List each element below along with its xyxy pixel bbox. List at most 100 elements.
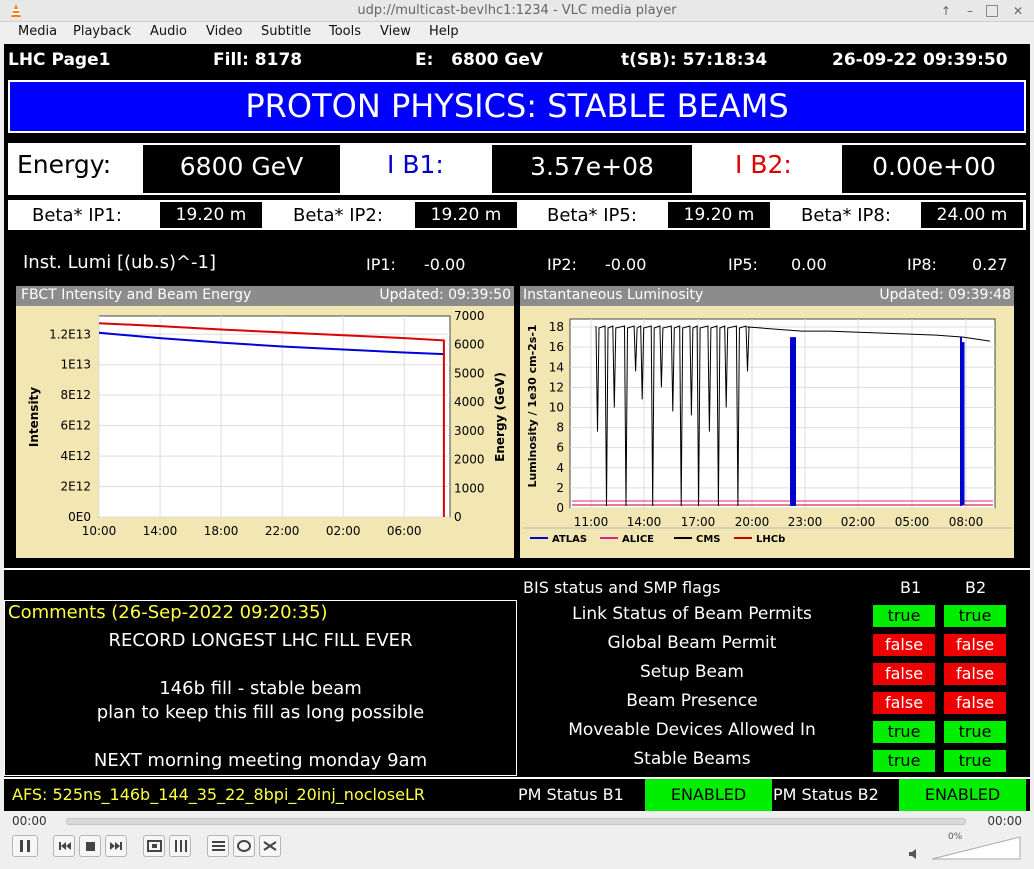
beam-energy: E: 6800 GeV xyxy=(415,50,544,70)
pin-icon[interactable]: ↑ xyxy=(938,3,954,19)
bis-flag-b1: false xyxy=(873,663,935,685)
window-titlebar: udp://multicast-bevlhc1:1234 - VLC media… xyxy=(0,0,1034,22)
bis-flag-b1: false xyxy=(873,692,935,714)
fbct-y-tick-label: 4E12 xyxy=(61,449,92,463)
playlist-button[interactable] xyxy=(207,835,229,857)
lumi-y-axis-label: Luminosity / 1e30 cm-2s-1 xyxy=(526,324,539,487)
fbct-x-tick-label: 10:00 xyxy=(82,524,117,538)
fill-number: Fill: 8178 xyxy=(213,50,303,70)
beta-ip2-label: Beta* IP2: xyxy=(293,205,383,226)
beta-ip8-value: 24.00 m xyxy=(921,202,1023,228)
beam-mode-banner: PROTON PHYSICS: STABLE BEAMS xyxy=(8,80,1026,133)
ib1-label: I B1: xyxy=(387,150,444,179)
bis-flag-b2: false xyxy=(944,692,1006,714)
previous-button[interactable] xyxy=(53,835,75,857)
fbct-y2-tick-label: 3000 xyxy=(454,424,485,438)
fullscreen-button[interactable] xyxy=(143,835,165,857)
fbct-y2-tick-label: 6000 xyxy=(454,338,485,352)
menu-tools[interactable]: Tools xyxy=(329,24,361,39)
lumi-ip8-label: IP8: xyxy=(907,255,937,274)
lumi-ip2-value: -0.00 xyxy=(605,255,647,274)
bis-flag-b1: true xyxy=(873,721,935,743)
lumi-legend-label: CMS xyxy=(696,534,721,545)
lumi-x-tick-label: 11:00 xyxy=(574,515,609,529)
lumi-ip1-label: IP1: xyxy=(366,255,396,274)
stop-button[interactable] xyxy=(79,835,101,857)
lumi-panel: Instantaneous Luminosity Updated: 09:39:… xyxy=(520,286,1014,558)
lumi-x-tick-label: 14:00 xyxy=(627,515,662,529)
bis-flag-label: Link Status of Beam Permits xyxy=(572,604,812,624)
menu-playback[interactable]: Playback xyxy=(73,24,131,39)
fbct-y2-tick-label: 1000 xyxy=(454,481,485,495)
bis-flag-b1: true xyxy=(873,605,935,627)
comments-box: Comments (26-Sep-2022 09:20:35) RECORD L… xyxy=(4,600,517,776)
lumi-x-tick-label: 02:00 xyxy=(841,515,876,529)
menu-video[interactable]: Video xyxy=(206,24,242,39)
bis-flag-label: Global Beam Permit xyxy=(607,633,777,653)
menu-help[interactable]: Help xyxy=(429,24,459,39)
lumi-ip8-value: 0.27 xyxy=(972,255,1008,274)
fbct-x-tick-label: 22:00 xyxy=(265,524,300,538)
seek-slider[interactable] xyxy=(66,818,966,825)
next-button[interactable] xyxy=(105,835,127,857)
volume-wedge xyxy=(931,836,1021,860)
window-title: udp://multicast-bevlhc1:1234 - VLC media… xyxy=(357,3,677,18)
fullscreen-icon xyxy=(147,840,162,852)
pause-icon xyxy=(20,840,30,852)
bis-flag-b2: true xyxy=(944,750,1006,772)
speaker-icon xyxy=(909,849,916,859)
next-icon xyxy=(110,842,122,850)
pm-b1-status: ENABLED xyxy=(645,779,772,811)
volume-percent: 0% xyxy=(948,832,963,842)
comments-title: Comments (26-Sep-2022 09:20:35) xyxy=(8,602,328,623)
fbct-y2-tick-label: 2000 xyxy=(454,453,485,467)
menu-subtitle[interactable]: Subtitle xyxy=(261,24,311,39)
minimize-button[interactable]: – xyxy=(962,3,978,19)
previous-icon xyxy=(59,842,71,850)
fbct-updated: Updated: 09:39:50 xyxy=(379,287,511,303)
volume-slider[interactable]: 0% xyxy=(930,832,1022,861)
loop-button[interactable] xyxy=(233,835,255,857)
inst-lumi-label: Inst. Lumi [(ub.s)^-1] xyxy=(23,252,217,273)
comment-line xyxy=(5,725,516,749)
shuffle-icon xyxy=(263,841,277,851)
afs-name: AFS: 525ns_146b_144_35_22_8bpi_20inj_noc… xyxy=(12,785,425,804)
pm-b2-status: ENABLED xyxy=(899,779,1026,811)
menu-media[interactable]: Media xyxy=(18,24,57,39)
menu-view[interactable]: View xyxy=(380,24,411,39)
menu-audio[interactable]: Audio xyxy=(150,24,187,39)
pause-button[interactable] xyxy=(12,835,38,857)
lumi-ip5-label: IP5: xyxy=(728,255,758,274)
comment-line xyxy=(5,653,516,677)
maximize-button[interactable] xyxy=(986,5,998,17)
fbct-panel: FBCT Intensity and Beam Energy Updated: … xyxy=(16,286,514,558)
lumi-legend-label: LHCb xyxy=(756,534,785,545)
pm-b1-label: PM Status B1 xyxy=(518,785,624,804)
ib2-label: I B2: xyxy=(735,150,792,179)
beta-ip1-value: 19.20 m xyxy=(160,202,262,228)
beta-ip8-label: Beta* IP8: xyxy=(801,205,891,226)
bis-flag-label: Beam Presence xyxy=(626,691,758,711)
energy-value: 6800 GeV xyxy=(143,145,340,193)
comment-line: NEXT morning meeting monday 9am xyxy=(93,750,428,771)
video-area[interactable]: LHC Page1 Fill: 8178 E: 6800 GeV t(SB): … xyxy=(4,44,1030,811)
fbct-y2-tick-label: 5000 xyxy=(454,366,485,380)
lumi-ip2-label: IP2: xyxy=(547,255,577,274)
extended-settings-button[interactable] xyxy=(169,835,191,857)
bis-b2-header: B2 xyxy=(965,578,987,597)
lumi-updated: Updated: 09:39:48 xyxy=(879,287,1011,303)
lumi-legend-label: ALICE xyxy=(622,534,654,545)
shuffle-button[interactable] xyxy=(259,835,281,857)
beta-ip5-value: 19.20 m xyxy=(668,202,770,228)
loop-icon xyxy=(237,840,251,852)
close-button[interactable]: ✕ xyxy=(1010,3,1026,19)
fbct-chart: 10:00 14:00 18:00 22:00 02:00 06:00 1.2E13 1E13… xyxy=(27,309,507,538)
fbct-x-tick-label: 06:00 xyxy=(387,524,422,538)
beta-ip5-label: Beta* IP5: xyxy=(547,205,637,226)
bis-flag-label: Setup Beam xyxy=(640,662,744,682)
fbct-y-tick-label: 1E13 xyxy=(61,358,92,372)
fbct-y2-tick-label: 4000 xyxy=(454,395,485,409)
fbct-x-tick-label: 14:00 xyxy=(143,524,178,538)
fbct-y2-axis-label: Energy (GeV) xyxy=(493,372,507,462)
lumi-y-tick-label: 12 xyxy=(549,380,564,394)
